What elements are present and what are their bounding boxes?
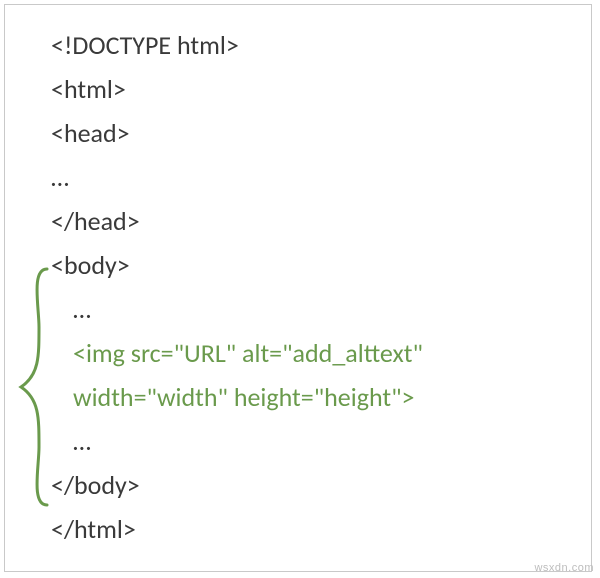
code-line-body-open: <body>	[51, 243, 423, 287]
code-line-html-open: <html>	[51, 67, 423, 111]
code-line-doctype: <!DOCTYPE html>	[51, 23, 423, 67]
code-line-ellipsis-head: …	[51, 155, 423, 199]
code-line-head-close: </head>	[51, 199, 423, 243]
code-sample: <!DOCTYPE html> <html> <head> … </head> …	[51, 23, 423, 551]
code-line-ellipsis-body-1: …	[51, 287, 423, 331]
code-line-img-1: <img src="URL" alt="add_alttext"	[51, 331, 423, 375]
watermark-text: wsxdn.com	[534, 562, 594, 574]
curly-brace-icon	[17, 267, 51, 507]
code-line-body-close: </body>	[51, 463, 423, 507]
code-line-img-2: width="width" height="height">	[51, 375, 423, 419]
code-line-html-close: </html>	[51, 507, 423, 551]
code-line-ellipsis-body-2: …	[51, 419, 423, 463]
code-line-head-open: <head>	[51, 111, 423, 155]
document-frame: <!DOCTYPE html> <html> <head> … </head> …	[4, 4, 592, 572]
